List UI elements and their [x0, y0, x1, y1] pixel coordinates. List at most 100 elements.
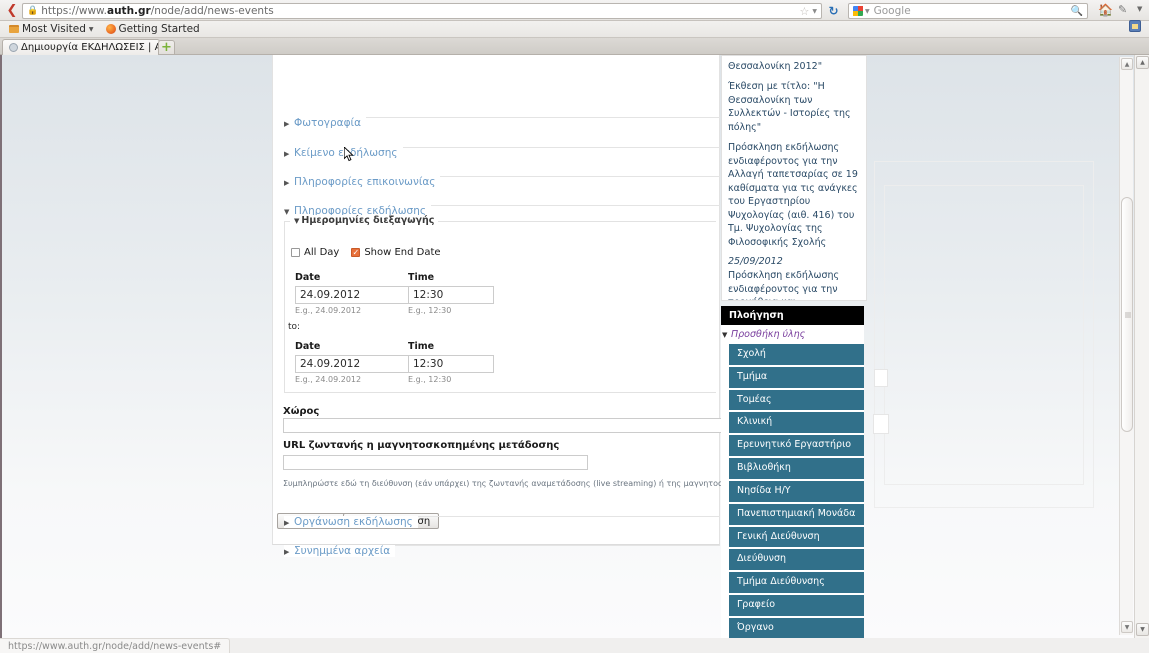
checkbox-show-end-date[interactable]: ✓ Show End Date: [351, 247, 441, 258]
dates-legend-label: Ημερομηνίες διεξαγωγής: [301, 215, 435, 226]
news-item[interactable]: Θεσσαλονίκη 2012": [728, 60, 860, 73]
to-label: to:: [288, 322, 301, 332]
fieldset-label: Συνημμένα αρχεία: [294, 545, 391, 557]
news-item[interactable]: Πρόσκληση εκδήλωσης ενδιαφέροντος για τη…: [728, 141, 860, 249]
start-date-group: Date E.g., 24.09.2012: [295, 272, 423, 315]
scroll-up-button[interactable]: ▲: [1121, 58, 1133, 70]
nav-item-kliniki[interactable]: Κλινική: [729, 412, 864, 434]
triangle-right-icon: ▶: [284, 179, 290, 187]
fieldset-photo[interactable]: ▶ Φωτογραφία: [6, 111, 720, 130]
tools-icon[interactable]: ✎: [1118, 3, 1127, 16]
checkbox-box-checked[interactable]: ✓: [351, 248, 361, 257]
nav-item-organ[interactable]: Όργανο: [729, 617, 864, 638]
nav-item-general-directorate[interactable]: Γενική Διεύθυνση: [729, 526, 864, 548]
end-time-group: Time E.g., 12:30: [408, 341, 494, 384]
page-scrollbar[interactable]: ▲ ▼: [1119, 57, 1133, 635]
fieldset-contact-info[interactable]: ▶ Πληροφορίες επικοινωνίας: [6, 170, 720, 189]
fieldset-event-text[interactable]: ▶ Κείμενο εκδήλωσης: [6, 141, 720, 160]
news-item[interactable]: Πρόσκληση εκδήλωσης ενδιαφέροντος για τη…: [728, 269, 860, 300]
triangle-right-icon: ▶: [284, 150, 290, 158]
lock-icon: 🔒: [27, 6, 39, 16]
navigation-header: Πλοήγηση: [721, 306, 864, 325]
nav-item-research-lab[interactable]: Ερευνητικό Εργαστήριο: [729, 435, 864, 457]
nav-item-directorate-department[interactable]: Τμήμα Διεύθυνσης: [729, 572, 864, 593]
nav-item-sxoli[interactable]: Σχολή: [729, 344, 864, 365]
triangle-down-icon: ▼: [294, 217, 300, 225]
dates-fieldset-legend[interactable]: ▼ Ημερομηνίες διεξαγωγής: [290, 215, 439, 226]
new-tab-button[interactable]: +: [158, 40, 175, 55]
status-url: https://www.auth.gr/node/add/news-events…: [0, 638, 231, 653]
venue-label: Χώρος: [283, 406, 320, 417]
fieldset-attachments[interactable]: ▶ Συνημμένα αρχεία: [6, 539, 720, 558]
nav-item-office[interactable]: Γραφείο: [729, 594, 864, 616]
start-date-hint: E.g., 24.09.2012: [295, 306, 362, 315]
fieldset-legend[interactable]: ▶ Φωτογραφία: [284, 117, 367, 129]
search-input[interactable]: Google: [874, 5, 911, 17]
bookmarks-bar: Most Visited ▼ Getting Started: [0, 21, 1149, 38]
nav-item-directorate[interactable]: Διεύθυνση: [729, 549, 864, 571]
browser-window: ❮ 🔒 https://www.auth.gr/node/add/news-ev…: [0, 0, 1149, 653]
url-bar[interactable]: 🔒 https://www.auth.gr/node/add/news-even…: [22, 3, 822, 19]
triangle-down-icon: ▼: [722, 331, 728, 339]
add-content-link[interactable]: ▼ Προσθήκη ύλης: [721, 325, 864, 344]
search-bar[interactable]: ▼ Google 🔍: [848, 3, 1088, 19]
start-time-label: Time: [408, 272, 435, 283]
checkbox-box[interactable]: [291, 248, 300, 257]
checkbox-all-day[interactable]: All Day: [291, 247, 339, 258]
folder-icon: [9, 25, 19, 33]
start-time-input[interactable]: [408, 286, 494, 304]
nav-item-tmima[interactable]: Τμήμα: [729, 366, 864, 388]
google-icon: [853, 6, 863, 16]
browser-navigation-bar: ❮ 🔒 https://www.auth.gr/node/add/news-ev…: [0, 0, 1149, 21]
dates-fieldset: ▼ Ημερομηνίες διεξαγωγής All Day ✓ Show E…: [284, 215, 716, 393]
nav-item-university-unit[interactable]: Πανεπιστημιακή Μονάδα: [729, 503, 864, 525]
news-sidebar-panel: Θεσσαλονίκη 2012" Έκθεση με τίτλο: "Η Θε…: [721, 55, 867, 301]
navigation-list: Σχολή Τμήμα Τομέας Κλινική Ερευνητικό Ερ…: [721, 344, 864, 638]
venue-input[interactable]: [283, 418, 733, 433]
fieldset-label: Φωτογραφία: [294, 117, 362, 129]
bookmark-getting-started[interactable]: Getting Started: [102, 23, 204, 35]
browser-scrollbar[interactable]: ▲ ▼: [1134, 55, 1149, 638]
triangle-right-icon: ▶: [284, 548, 290, 556]
start-date-input[interactable]: [295, 286, 423, 304]
start-time-group: Time E.g., 12:30: [408, 272, 494, 315]
stream-url-input[interactable]: [283, 455, 588, 470]
bookmark-toolbar-icon[interactable]: [1129, 20, 1141, 32]
star-icon[interactable]: ☆: [800, 5, 810, 18]
fieldset-legend[interactable]: ▶ Πληροφορίες επικοινωνίας: [284, 176, 441, 188]
scroll-up-button[interactable]: ▲: [1136, 56, 1149, 69]
chevron-down-icon: ▼: [88, 25, 94, 33]
nav-item-computer-lab[interactable]: Νησίδα Η/Υ: [729, 480, 864, 502]
fieldset-legend[interactable]: ▶ Κείμενο εκδήλωσης: [284, 147, 403, 159]
nav-item-library[interactable]: Βιβλιοθήκη: [729, 458, 864, 479]
fieldset-label: Κείμενο εκδήλωσης: [294, 147, 398, 159]
stream-url-label: URL ζωντανής η μαγνητοσκοπημένης μετάδοσ…: [283, 440, 560, 451]
news-item[interactable]: Έκθεση με τίτλο: "Η Θεσσαλονίκη των Συλλ…: [728, 80, 860, 134]
search-icon[interactable]: 🔍: [1071, 6, 1083, 17]
chevron-down-icon[interactable]: ▼: [1137, 5, 1142, 13]
url-bar-actions: ☆ ▼: [800, 5, 818, 18]
page-left-edge: [0, 55, 2, 638]
fieldset-label: Πληροφορίες επικοινωνίας: [294, 176, 436, 188]
status-bar: https://www.auth.gr/node/add/news-events…: [0, 638, 1149, 653]
firefox-icon: [105, 24, 116, 34]
home-icon[interactable]: 🏠: [1098, 3, 1113, 17]
end-date-label: Date: [295, 341, 321, 352]
reload-button[interactable]: ↻: [825, 3, 842, 19]
scroll-thumb[interactable]: [1121, 197, 1133, 432]
scroll-down-button[interactable]: ▼: [1136, 623, 1149, 636]
bookmark-label: Getting Started: [118, 23, 200, 35]
end-date-input[interactable]: [295, 355, 423, 373]
nav-item-tomeas[interactable]: Τομέας: [729, 389, 864, 411]
tab-active[interactable]: Δημιουργία ΕΚΔΗΛΩΣΕΙΣ | API...: [2, 39, 160, 55]
fieldset-legend[interactable]: ▶ Οργάνωση εκδήλωσης: [284, 516, 418, 528]
scroll-down-button[interactable]: ▼: [1121, 621, 1133, 633]
fieldset-legend[interactable]: ▶ Συνημμένα αρχεία: [284, 545, 396, 557]
end-time-input[interactable]: [408, 355, 494, 373]
chevron-down-icon[interactable]: ▼: [865, 8, 870, 15]
bookmark-most-visited[interactable]: Most Visited ▼: [5, 23, 98, 35]
chevron-down-icon[interactable]: ▼: [812, 8, 817, 15]
end-time-label: Time: [408, 341, 435, 352]
back-button[interactable]: ❮: [4, 2, 20, 18]
favicon-icon: [9, 43, 18, 52]
